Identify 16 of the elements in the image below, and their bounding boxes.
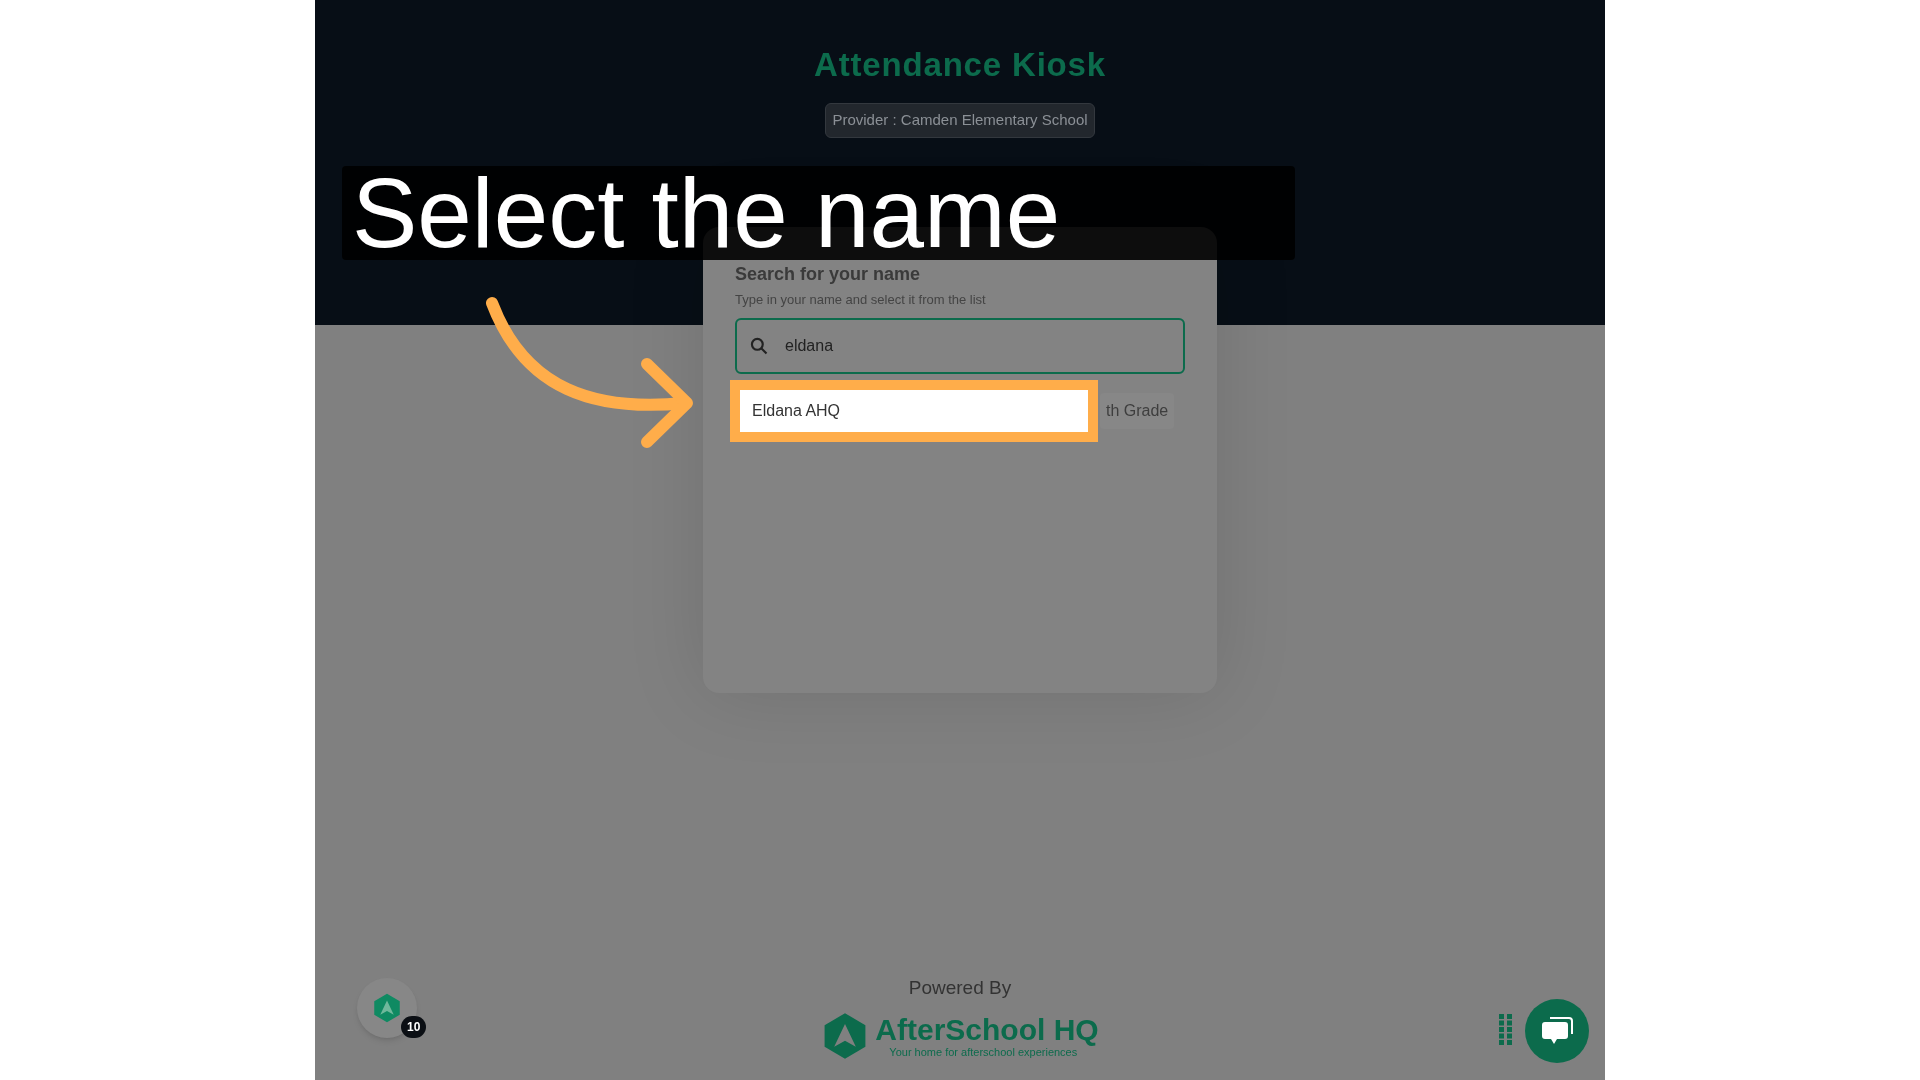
grip-dots-icon [1499, 1014, 1513, 1046]
brand-tagline: Your home for afterschool experiences [889, 1046, 1078, 1058]
notification-badge: 10 [401, 1016, 427, 1038]
search-icon [749, 335, 769, 356]
powered-by-text: Powered By [908, 975, 1012, 1000]
grade-tag: th Grade [1100, 392, 1175, 429]
search-field[interactable]: eldana [735, 317, 1185, 374]
result-item[interactable]: Eldana AHQ [730, 379, 1098, 442]
brand-name: AfterSchool HQ [875, 1014, 1099, 1045]
page-title: Attendance Kiosk [814, 45, 1106, 85]
chat-bubble-icon [1541, 1016, 1573, 1046]
card-title: Search for your name [735, 263, 922, 286]
card-subtitle: Type in your name and select it from the list [735, 291, 987, 309]
hexagon-logo-icon [372, 993, 402, 1023]
caption-text: Select the name [352, 164, 1061, 262]
provider-chip: Provider : Camden Elementary School [825, 103, 1095, 138]
